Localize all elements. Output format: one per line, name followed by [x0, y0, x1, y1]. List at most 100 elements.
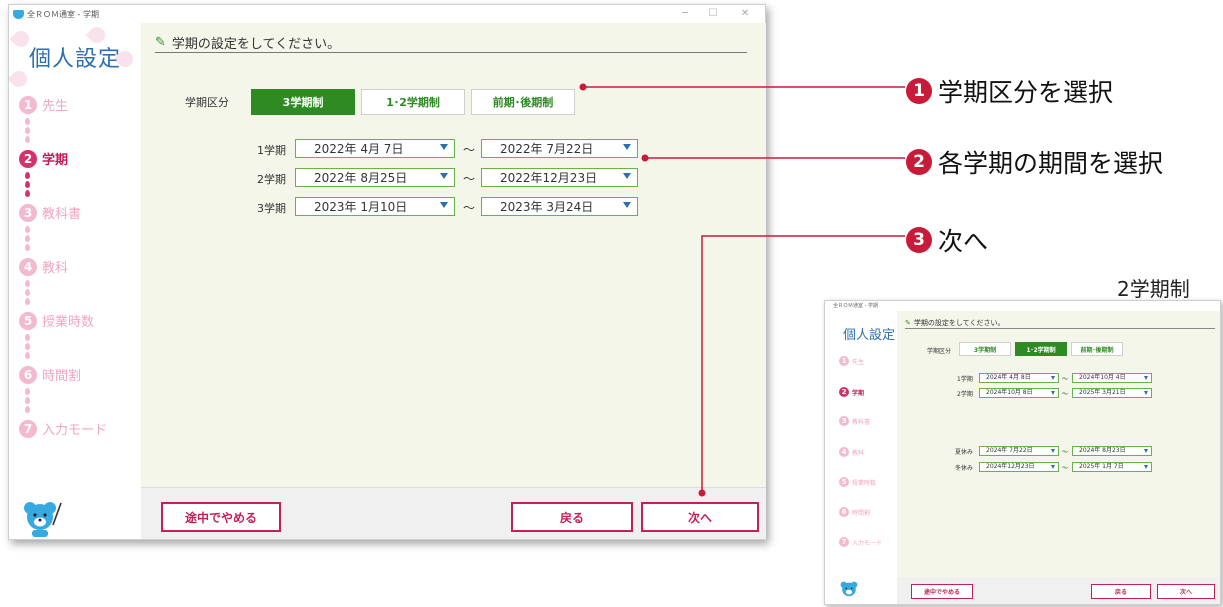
mini-back-button[interactable]: 戻る	[1091, 584, 1151, 599]
date-value: 2023年 1月10日	[314, 200, 408, 214]
stage: 全ＲＯＭ通室 - 学期 ─ ☐ ✕ 個人設定 1 先生 2 学期 3 教科書 4 教科 …	[0, 0, 1223, 607]
date-value: 2024年 7月22日	[986, 447, 1033, 454]
term2-end-dropdown[interactable]: 2022年12月23日	[481, 168, 638, 187]
sidebar-step-1[interactable]: 1 先生	[19, 95, 68, 114]
sidebar-step-7[interactable]: 7 入力モード	[19, 419, 107, 438]
main-window: 全ＲＯＭ通室 - 学期 ─ ☐ ✕ 個人設定 1 先生 2 学期 3 教科書 4 教科 …	[8, 4, 766, 540]
footer-bar: 途中でやめる 戻る 次へ	[141, 487, 766, 539]
mini-next-button[interactable]: 次へ	[1157, 584, 1215, 599]
step-connector	[25, 116, 31, 145]
chevron-down-icon	[1051, 465, 1055, 469]
mini-term1-start[interactable]: 2024年 4月 8日	[979, 373, 1059, 383]
date-value: 2022年 4月 7日	[314, 142, 404, 156]
sidebar-step-6[interactable]: 6 時間割	[19, 365, 81, 384]
step-label: 先生	[42, 99, 69, 114]
mini-option-1-2-term[interactable]: 1･2学期制	[1015, 342, 1067, 356]
chevron-down-icon	[623, 173, 631, 179]
step-label: 時間割	[42, 369, 82, 384]
mini-step-3[interactable]: 3 教科書	[839, 416, 870, 426]
mini-option-3-term[interactable]: 3学期制	[959, 342, 1011, 356]
back-button[interactable]: 戻る	[511, 502, 633, 532]
term1-end-dropdown[interactable]: 2022年 7月22日	[481, 139, 638, 158]
callout-text: 学期区分を選択	[938, 78, 1114, 107]
term1-start-dropdown[interactable]: 2022年 4月 7日	[295, 139, 455, 158]
callout-1: 1 学期区分を選択	[906, 73, 1113, 109]
step-label: 教科書	[42, 207, 82, 222]
mini-sidebar: 個人設定 1 先生 2 学期 3 教科書 4 教科 5 授業時数 6 時間割 7 入力モード	[825, 311, 897, 604]
option-first-second-half[interactable]: 前期･後期制	[471, 89, 575, 115]
step-label: 授業時数	[852, 479, 877, 487]
date-value: 2022年 8月25日	[314, 171, 408, 185]
mini-step-5[interactable]: 5 授業時数	[839, 477, 876, 487]
date-value: 2022年 7月22日	[500, 142, 594, 156]
range-separator: ～	[1062, 449, 1069, 456]
step-connector	[25, 170, 31, 199]
date-value: 2025年 1月 7日	[1079, 463, 1124, 470]
content-panel: ✎ 学期の設定をしてください。 学期区分 3学期制 1･2学期制 前期･後期制 …	[141, 23, 766, 487]
callout-3: 3 次へ	[906, 222, 988, 258]
step-number: 5	[839, 477, 849, 487]
step-connector	[25, 332, 31, 361]
callout-number: 3	[906, 227, 932, 253]
range-separator: ～	[463, 172, 476, 186]
next-button[interactable]: 次へ	[641, 502, 759, 532]
heading-text: 学期の設定をしてください。	[913, 318, 1005, 327]
sidebar: 個人設定 1 先生 2 学期 3 教科書 4 教科 5 授業時数 6 時間割 7 入力モード	[9, 23, 141, 539]
mini-winter-start[interactable]: 2024年12月23日	[979, 462, 1059, 472]
window-title: 全ＲＯＭ通室 - 学期	[27, 9, 99, 19]
mini-term1-end[interactable]: 2024年10月 4日	[1072, 373, 1152, 383]
mini-step-1[interactable]: 1 先生	[839, 356, 864, 366]
date-value: 2024年10月 8日	[986, 389, 1033, 396]
pencil-icon: ✎	[905, 318, 911, 327]
bear-mascot-icon	[840, 581, 858, 597]
chevron-down-icon	[623, 144, 631, 150]
step-label: 入力モード	[852, 539, 883, 547]
close-icon[interactable]: ✕	[733, 5, 757, 23]
sidebar-step-5[interactable]: 5 授業時数	[19, 311, 94, 330]
quit-button[interactable]: 途中でやめる	[161, 502, 281, 532]
step-label: 学期	[852, 389, 865, 397]
callout-text: 各学期の期間を選択	[938, 149, 1164, 178]
title-bar: 全ＲＯＭ通室 - 学期 ─ ☐ ✕	[9, 5, 765, 23]
sidebar-step-2[interactable]: 2 学期	[19, 149, 68, 168]
chevron-down-icon	[1144, 391, 1148, 395]
term-division-label: 学期区分	[185, 96, 229, 109]
mini-content-panel: ✎ 学期の設定をしてください。 学期区分 3学期制 1･2学期制 前期･後期制 1…	[897, 311, 1220, 577]
step-number: 3	[19, 203, 37, 222]
option-1-2-term[interactable]: 1･2学期制	[361, 89, 465, 115]
mini-step-7[interactable]: 7 入力モード	[839, 537, 882, 547]
step-connector	[25, 386, 31, 415]
range-separator: ～	[463, 143, 476, 157]
option-3-term[interactable]: 3学期制	[251, 89, 355, 115]
step-connector	[25, 278, 31, 307]
date-value: 2024年10月 4日	[1079, 374, 1126, 381]
chevron-down-icon	[440, 144, 448, 150]
mini-term-label: 2学期	[957, 391, 973, 398]
mini-winter-end[interactable]: 2025年 1月 7日	[1072, 462, 1152, 472]
mini-summer-start[interactable]: 2024年 7月22日	[979, 446, 1059, 456]
mini-step-4[interactable]: 4 教科	[839, 447, 864, 457]
mini-summer-end[interactable]: 2024年 8月23日	[1072, 446, 1152, 456]
step-label: 授業時数	[42, 315, 95, 330]
term3-end-dropdown[interactable]: 2023年 3月24日	[481, 197, 638, 216]
minimize-icon[interactable]: ─	[673, 5, 697, 23]
term-row-label: 3学期	[257, 202, 286, 215]
callout-text: 次へ	[938, 227, 989, 256]
term3-start-dropdown[interactable]: 2023年 1月10日	[295, 197, 455, 216]
mini-term2-end[interactable]: 2025年 3月21日	[1072, 388, 1152, 398]
date-value: 2024年 4月 8日	[986, 374, 1031, 381]
mini-step-6[interactable]: 6 時間割	[839, 507, 870, 517]
sidebar-step-3[interactable]: 3 教科書	[19, 203, 81, 222]
mini-step-2[interactable]: 2 学期	[839, 387, 864, 397]
sidebar-step-4[interactable]: 4 教科	[19, 257, 68, 276]
callout-number: 2	[906, 149, 932, 175]
mini-term2-start[interactable]: 2024年10月 8日	[979, 388, 1059, 398]
term2-start-dropdown[interactable]: 2022年 8月25日	[295, 168, 455, 187]
mini-option-first-second-half[interactable]: 前期･後期制	[1071, 342, 1123, 356]
mini-footer: 途中でやめる 戻る 次へ	[897, 577, 1220, 604]
chevron-down-icon	[1051, 376, 1055, 380]
mini-break-label: 夏休み	[955, 449, 974, 456]
mini-quit-button[interactable]: 途中でやめる	[911, 584, 973, 599]
mini-heading: ✎ 学期の設定をしてください。	[905, 317, 1215, 329]
maximize-icon[interactable]: ☐	[701, 5, 725, 23]
